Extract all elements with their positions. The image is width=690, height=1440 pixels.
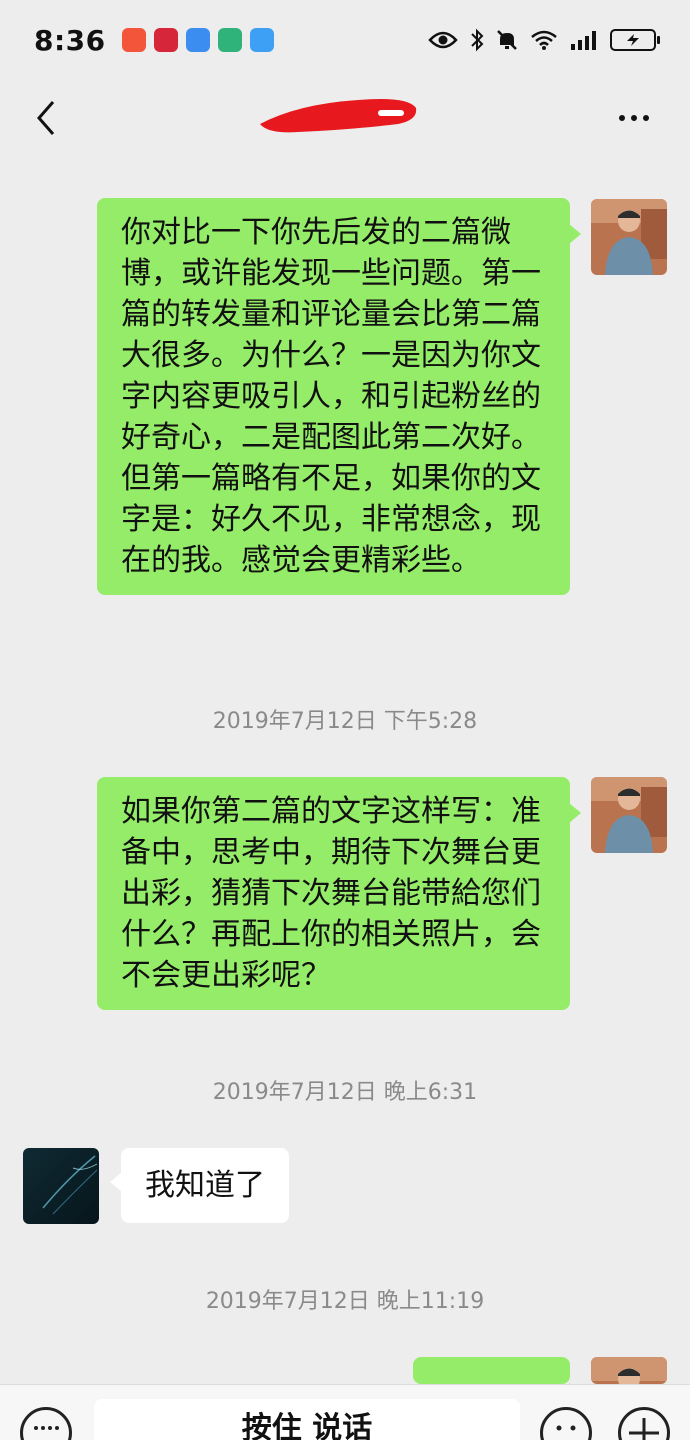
eye-icon [428,31,458,49]
message-bubble-outgoing-partial[interactable] [413,1357,581,1403]
chevron-left-icon [37,101,55,135]
chat-header [0,80,690,156]
message-bubble-outgoing[interactable]: 如果你第二篇的文字这样写：准备中，思考中，期待下次舞台更出彩，猜猜下次舞台能带給… [97,777,581,1010]
keyboard-icon [34,1426,59,1430]
signal-icon [571,31,596,50]
more-dots-icon [643,115,649,121]
mute-icon [497,30,517,50]
more-dots-icon [619,115,625,121]
bluetooth-icon [471,28,484,52]
chat-title-redacted [258,94,418,142]
notification-app-icon [185,28,210,52]
wifi-icon [531,30,557,50]
notification-app-icon [153,28,178,52]
status-right [428,28,660,52]
emoji-icon [556,1425,576,1431]
timestamp: 2019年7月12日 晚上11:19 [205,1289,485,1314]
notification-app-icon [249,28,274,52]
battery-icon [610,29,660,51]
my-avatar[interactable] [591,199,667,275]
status-bar: 8:36 [0,0,690,80]
back-button[interactable] [26,94,66,142]
notification-app-icon [217,28,242,52]
timestamp: 2019年7月12日 晚上6:31 [212,1080,478,1105]
chat-input-bar: 按住 说话 [0,1384,690,1440]
emoji-button[interactable] [540,1407,592,1440]
status-time: 8:36 [34,23,106,57]
contact-avatar[interactable] [23,1148,99,1224]
status-left: 8:36 [34,24,274,57]
more-dots-icon [631,115,637,121]
hold-to-talk-button[interactable]: 按住 说话 [94,1399,520,1440]
my-avatar[interactable] [591,777,667,853]
notification-app-icon [121,28,146,52]
plus-icon [629,1418,659,1440]
timestamp: 2019年7月12日 下午5:28 [212,709,478,734]
my-avatar[interactable] [591,1357,667,1384]
message-bubble-outgoing[interactable]: 你对比一下你先后发的二篇微博，或许能发现一些问题。第一篇的转发量和评论量会比第二… [97,198,581,595]
more-button[interactable] [608,94,660,142]
more-functions-button[interactable] [618,1407,670,1440]
message-bubble-incoming[interactable]: 我知道了 [110,1148,289,1223]
redaction-mark [260,99,417,133]
keyboard-toggle-button[interactable] [20,1407,72,1440]
